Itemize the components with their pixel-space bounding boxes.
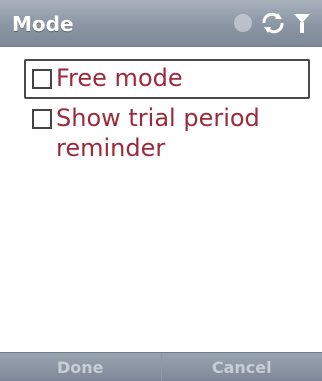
option-show-trial-reminder[interactable]: Show trial period reminder [24,103,308,163]
mode-screen: Mode Free mode Show trial period reminde… [0,0,322,381]
free-mode-checkbox[interactable] [32,69,52,89]
option-free-mode[interactable]: Free mode [24,59,310,99]
done-softkey[interactable]: Done [0,353,161,381]
status-icons [232,10,312,36]
softkey-bar: Done Cancel [0,352,322,381]
window-title: Mode [12,12,74,36]
cancel-softkey[interactable]: Cancel [160,353,322,381]
show-trial-reminder-checkbox[interactable] [32,109,52,129]
speaker-icon [234,14,252,32]
title-bar: Mode [0,0,322,47]
show-trial-reminder-label: Show trial period reminder [56,104,260,162]
free-mode-label: Free mode [56,64,183,92]
signal-icon [294,14,310,33]
sync-icon[interactable] [260,11,286,35]
options-list: Free mode Show trial period reminder [0,47,322,353]
